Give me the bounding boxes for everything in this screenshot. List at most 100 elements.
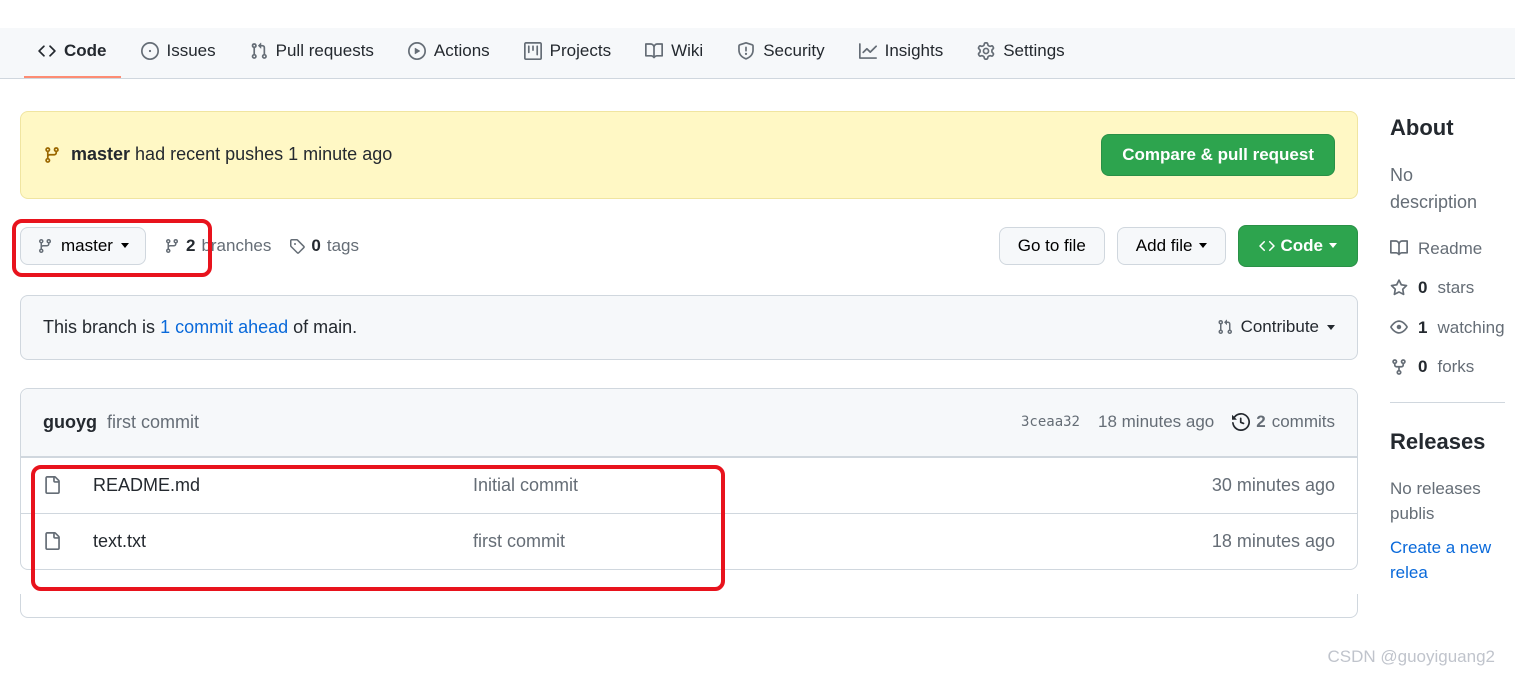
project-icon xyxy=(524,42,542,60)
branch-icon xyxy=(43,146,61,164)
watching-label: watching xyxy=(1437,315,1504,341)
shield-icon xyxy=(737,42,755,60)
stars-label: stars xyxy=(1437,275,1474,301)
tags-label: tags xyxy=(327,233,359,259)
latest-commit-time: 18 minutes ago xyxy=(1098,409,1214,435)
branch-info-prefix: This branch is xyxy=(43,317,155,337)
compare-pr-label: Compare & pull request xyxy=(1122,145,1314,165)
sidebar: About No description Readme 0 stars 1 wa… xyxy=(1390,79,1505,618)
code-icon xyxy=(38,42,56,60)
goto-file-label: Go to file xyxy=(1018,236,1086,256)
tab-security[interactable]: Security xyxy=(723,28,838,78)
code-download-button[interactable]: Code xyxy=(1238,225,1359,267)
tab-issues-label: Issues xyxy=(167,38,216,64)
caret-down-icon xyxy=(1199,243,1207,248)
tab-wiki[interactable]: Wiki xyxy=(631,28,717,78)
graph-icon xyxy=(859,42,877,60)
contribute-button[interactable]: Contribute xyxy=(1217,317,1335,337)
branch-icon xyxy=(164,238,180,254)
tab-code[interactable]: Code xyxy=(24,28,121,78)
repo-tabs: Code Issues Pull requests Actions Projec… xyxy=(0,28,1515,79)
sidebar-divider xyxy=(1390,402,1505,403)
watermark: CSDN @guoyiguang2 xyxy=(1327,644,1495,670)
branch-select-button[interactable]: master xyxy=(20,227,146,265)
tab-projects[interactable]: Projects xyxy=(510,28,625,78)
add-file-label: Add file xyxy=(1136,236,1193,256)
latest-commit-message[interactable]: first commit xyxy=(107,409,199,436)
tab-settings[interactable]: Settings xyxy=(963,28,1078,78)
branch-select-label: master xyxy=(61,236,113,256)
tab-wiki-label: Wiki xyxy=(671,38,703,64)
forks-label: forks xyxy=(1437,354,1474,380)
branch-info-link[interactable]: 1 commit ahead xyxy=(160,317,288,337)
readme-link[interactable]: Readme xyxy=(1390,236,1505,262)
star-icon xyxy=(1390,279,1408,297)
file-name-link[interactable]: text.txt xyxy=(93,528,473,555)
tab-code-label: Code xyxy=(64,38,107,64)
file-commit-message[interactable]: first commit xyxy=(473,528,1135,555)
latest-commit-sha[interactable]: 3ceaa32 xyxy=(1021,412,1080,433)
branch-icon xyxy=(37,238,53,254)
branch-info-suffix: of main. xyxy=(288,317,357,337)
readme-label: Readme xyxy=(1418,236,1482,262)
fork-icon xyxy=(1390,358,1408,376)
book-icon xyxy=(1390,239,1408,257)
releases-heading: Releases xyxy=(1390,425,1505,458)
forks-link[interactable]: 0 forks xyxy=(1390,354,1505,380)
tab-issues[interactable]: Issues xyxy=(127,28,230,78)
code-icon xyxy=(1259,238,1275,254)
tab-actions-label: Actions xyxy=(434,38,490,64)
history-icon xyxy=(1232,413,1250,431)
tab-settings-label: Settings xyxy=(1003,38,1064,64)
compare-pull-request-button[interactable]: Compare & pull request xyxy=(1101,134,1335,176)
goto-file-button[interactable]: Go to file xyxy=(999,227,1105,265)
branch-info-box: This branch is 1 commit ahead of main. C… xyxy=(20,295,1358,360)
flash-branch: master xyxy=(71,144,130,164)
forks-count: 0 xyxy=(1418,354,1427,380)
commits-link[interactable]: 2 commits xyxy=(1232,409,1335,435)
about-heading: About xyxy=(1390,111,1505,144)
file-icon xyxy=(43,532,61,550)
file-name-link[interactable]: README.md xyxy=(93,472,473,499)
pull-request-icon xyxy=(1217,319,1233,335)
tab-insights[interactable]: Insights xyxy=(845,28,958,78)
releases-none-text: No releases publis xyxy=(1390,476,1505,527)
stars-link[interactable]: 0 stars xyxy=(1390,275,1505,301)
pull-request-icon xyxy=(250,42,268,60)
recent-push-banner: master had recent pushes 1 minute ago Co… xyxy=(20,111,1358,199)
code-button-label: Code xyxy=(1281,236,1324,256)
file-time-ago: 18 minutes ago xyxy=(1135,528,1335,555)
commits-label: commits xyxy=(1272,409,1335,435)
caret-down-icon xyxy=(1329,243,1337,248)
file-commit-message[interactable]: Initial commit xyxy=(473,472,1135,499)
play-icon xyxy=(408,42,426,60)
contribute-label: Contribute xyxy=(1241,317,1319,337)
caret-down-icon xyxy=(1327,325,1335,330)
gear-icon xyxy=(977,42,995,60)
issue-icon xyxy=(141,42,159,60)
file-list-box: guoyg first commit 3ceaa32 18 minutes ag… xyxy=(20,388,1358,570)
tab-security-label: Security xyxy=(763,38,824,64)
latest-commit-author[interactable]: guoyg xyxy=(43,409,97,436)
stars-count: 0 xyxy=(1418,275,1427,301)
create-release-link[interactable]: Create a new relea xyxy=(1390,538,1491,583)
latest-commit-header: guoyg first commit 3ceaa32 18 minutes ag… xyxy=(21,389,1357,457)
branches-label: branches xyxy=(201,233,271,259)
eye-icon xyxy=(1390,318,1408,336)
tab-pr-label: Pull requests xyxy=(276,38,374,64)
file-icon xyxy=(43,476,61,494)
branches-link[interactable]: 2 branches xyxy=(164,233,271,259)
about-description: No description xyxy=(1390,162,1505,216)
tab-insights-label: Insights xyxy=(885,38,944,64)
caret-down-icon xyxy=(121,243,129,248)
tag-icon xyxy=(289,238,305,254)
tab-pull-requests[interactable]: Pull requests xyxy=(236,28,388,78)
tab-projects-label: Projects xyxy=(550,38,611,64)
commits-count: 2 xyxy=(1256,409,1265,435)
readme-box-top xyxy=(20,594,1358,618)
add-file-button[interactable]: Add file xyxy=(1117,227,1226,265)
watching-link[interactable]: 1 watching xyxy=(1390,315,1505,341)
tags-link[interactable]: 0 tags xyxy=(289,233,359,259)
book-icon xyxy=(645,42,663,60)
tab-actions[interactable]: Actions xyxy=(394,28,504,78)
